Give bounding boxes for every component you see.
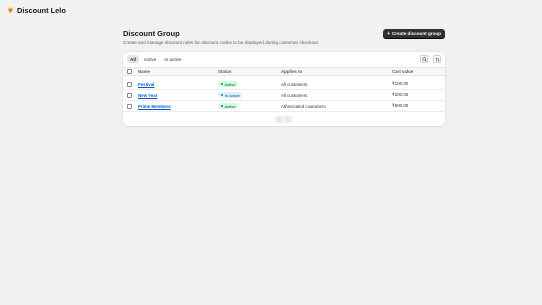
applies-to-cell: All customers <box>281 81 308 87</box>
status-badge: Active <box>218 81 238 87</box>
table-row[interactable]: New Year In Active All customers ₹200.00 <box>123 90 445 101</box>
pagination: ‹ › <box>275 116 292 123</box>
page-subtitle: Create and manage discount rules for dis… <box>123 40 320 45</box>
tab-all[interactable]: All <box>127 55 139 63</box>
cart-value-cell: ₹200.00 <box>392 92 409 97</box>
cart-value-cell: ₹100.00 <box>392 81 409 86</box>
table-header: Name Status Applies to Cart value <box>123 67 445 76</box>
status-badge: In Active <box>218 92 243 98</box>
app-name: Discount Lelo <box>17 6 66 15</box>
filter-tabs: All Active In active <box>127 55 185 63</box>
search-icon <box>421 56 427 62</box>
row-checkbox[interactable] <box>127 81 132 87</box>
tab-active[interactable]: Active <box>141 55 160 63</box>
discount-group-table-card: All Active In active Name Status Applies… <box>123 52 445 126</box>
status-dot <box>220 93 224 97</box>
row-checkbox[interactable] <box>127 92 132 98</box>
plus-icon: + <box>387 30 390 37</box>
page-header: Discount Group Create and manage discoun… <box>123 29 445 49</box>
status-dot <box>220 82 224 86</box>
app-header: Discount Lelo <box>7 6 66 15</box>
column-header-applies-to: Applies to <box>281 69 303 74</box>
status-dot <box>220 104 224 108</box>
table-row[interactable]: Festival Active All customers ₹100.00 <box>123 79 445 90</box>
row-checkbox[interactable] <box>127 103 132 109</box>
applies-to-cell: All customers <box>281 92 308 98</box>
next-page-button[interactable]: › <box>283 116 292 123</box>
search-filter-button[interactable] <box>420 55 428 63</box>
discount-group-link[interactable]: Festival <box>138 82 154 87</box>
status-label: Active <box>224 81 236 87</box>
discount-group-link[interactable]: New Year <box>138 93 157 98</box>
create-discount-group-button[interactable]: + Create discount group <box>383 29 445 38</box>
previous-page-button[interactable]: ‹ <box>275 116 283 123</box>
create-discount-group-label: Create discount group <box>391 31 441 36</box>
cart-value-cell: ₹500.00 <box>392 103 409 108</box>
column-header-status: Status <box>218 69 232 74</box>
discount-group-link[interactable]: Prime Members <box>138 104 171 109</box>
select-all-checkbox[interactable] <box>127 69 132 74</box>
tab-inactive[interactable]: In active <box>161 55 184 63</box>
status-badge: Active <box>218 103 238 109</box>
column-header-name: Name <box>138 69 150 74</box>
column-header-cart-value: Cart value <box>392 69 414 74</box>
applies-to-cell: Athenicated customers <box>281 103 326 109</box>
status-label: Active <box>224 103 236 109</box>
logo-icon <box>7 7 14 14</box>
table-row[interactable]: Prime Members Active Athenicated custome… <box>123 101 445 112</box>
sort-icon <box>434 56 440 62</box>
status-label: In Active <box>224 92 240 98</box>
sort-button[interactable] <box>433 55 441 63</box>
